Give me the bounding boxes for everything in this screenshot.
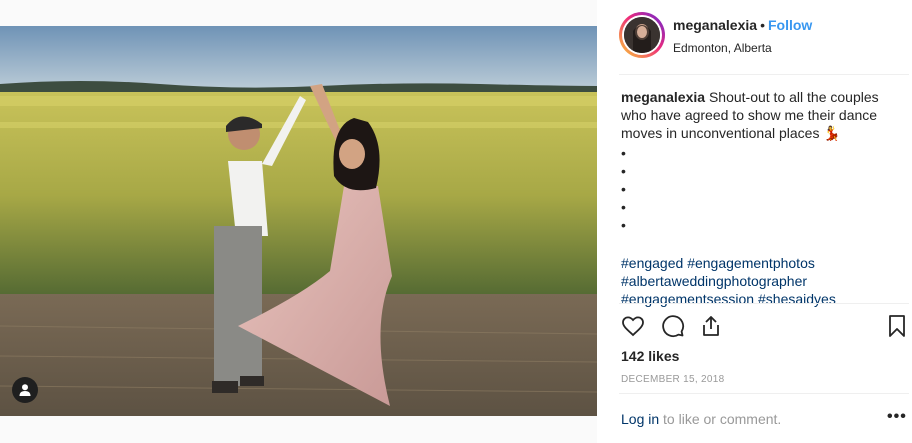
post-sidebar: meganalexia • Follow Edmonton, Alberta meg… [597,0,912,443]
login-prompt: Log in to like or comment. [621,411,781,427]
user-icon [19,384,31,396]
hashtags: #engaged #engagementphotos #albertaweddi… [621,254,889,308]
user-tag-button[interactable] [12,377,38,403]
like-button[interactable] [619,312,647,340]
divider [619,393,909,394]
heart-icon [622,316,644,337]
username[interactable]: meganalexia [673,17,757,33]
bullet: • [621,163,626,179]
hashtag-link[interactable]: #albertaweddingphotographer [621,273,807,289]
hashtag-link[interactable]: #engaged [621,255,683,271]
hashtag-link[interactable]: #engagementsession [621,291,754,307]
comment-button[interactable] [659,312,687,340]
comment-icon [662,315,685,338]
avatar[interactable] [619,12,665,58]
caption-username[interactable]: meganalexia [621,89,705,105]
bullet: • [621,181,626,197]
bullet: • [621,145,626,161]
share-icon [703,316,719,336]
bullet: • [621,217,626,233]
more-options-button[interactable]: ••• [887,408,907,426]
divider [619,303,909,304]
share-button[interactable] [697,312,725,340]
location-link[interactable]: Edmonton, Alberta [673,41,812,55]
hashtag-link[interactable]: #engagementphotos [687,255,815,271]
post-date[interactable]: DECEMBER 15, 2018 [621,374,724,385]
bookmark-icon [889,315,905,337]
caption: meganalexia Shout-out to all the couples… [621,88,889,308]
separator-dot: • [760,17,765,33]
follow-button[interactable]: Follow [768,17,812,33]
post-header: meganalexia • Follow Edmonton, Alberta [619,12,909,62]
post-photo[interactable] [0,26,597,416]
login-suffix: to like or comment. [659,411,782,427]
likes-count[interactable]: 142 likes [621,348,679,364]
action-bar [621,312,909,340]
caption-bullets: • • • • • [621,144,889,234]
hashtag-link[interactable]: #shesaidyes [758,291,836,307]
login-link[interactable]: Log in [621,411,659,427]
bullet: • [621,199,626,215]
divider [619,74,909,75]
save-button[interactable] [883,312,911,340]
header-text: meganalexia • Follow Edmonton, Alberta [673,17,812,55]
